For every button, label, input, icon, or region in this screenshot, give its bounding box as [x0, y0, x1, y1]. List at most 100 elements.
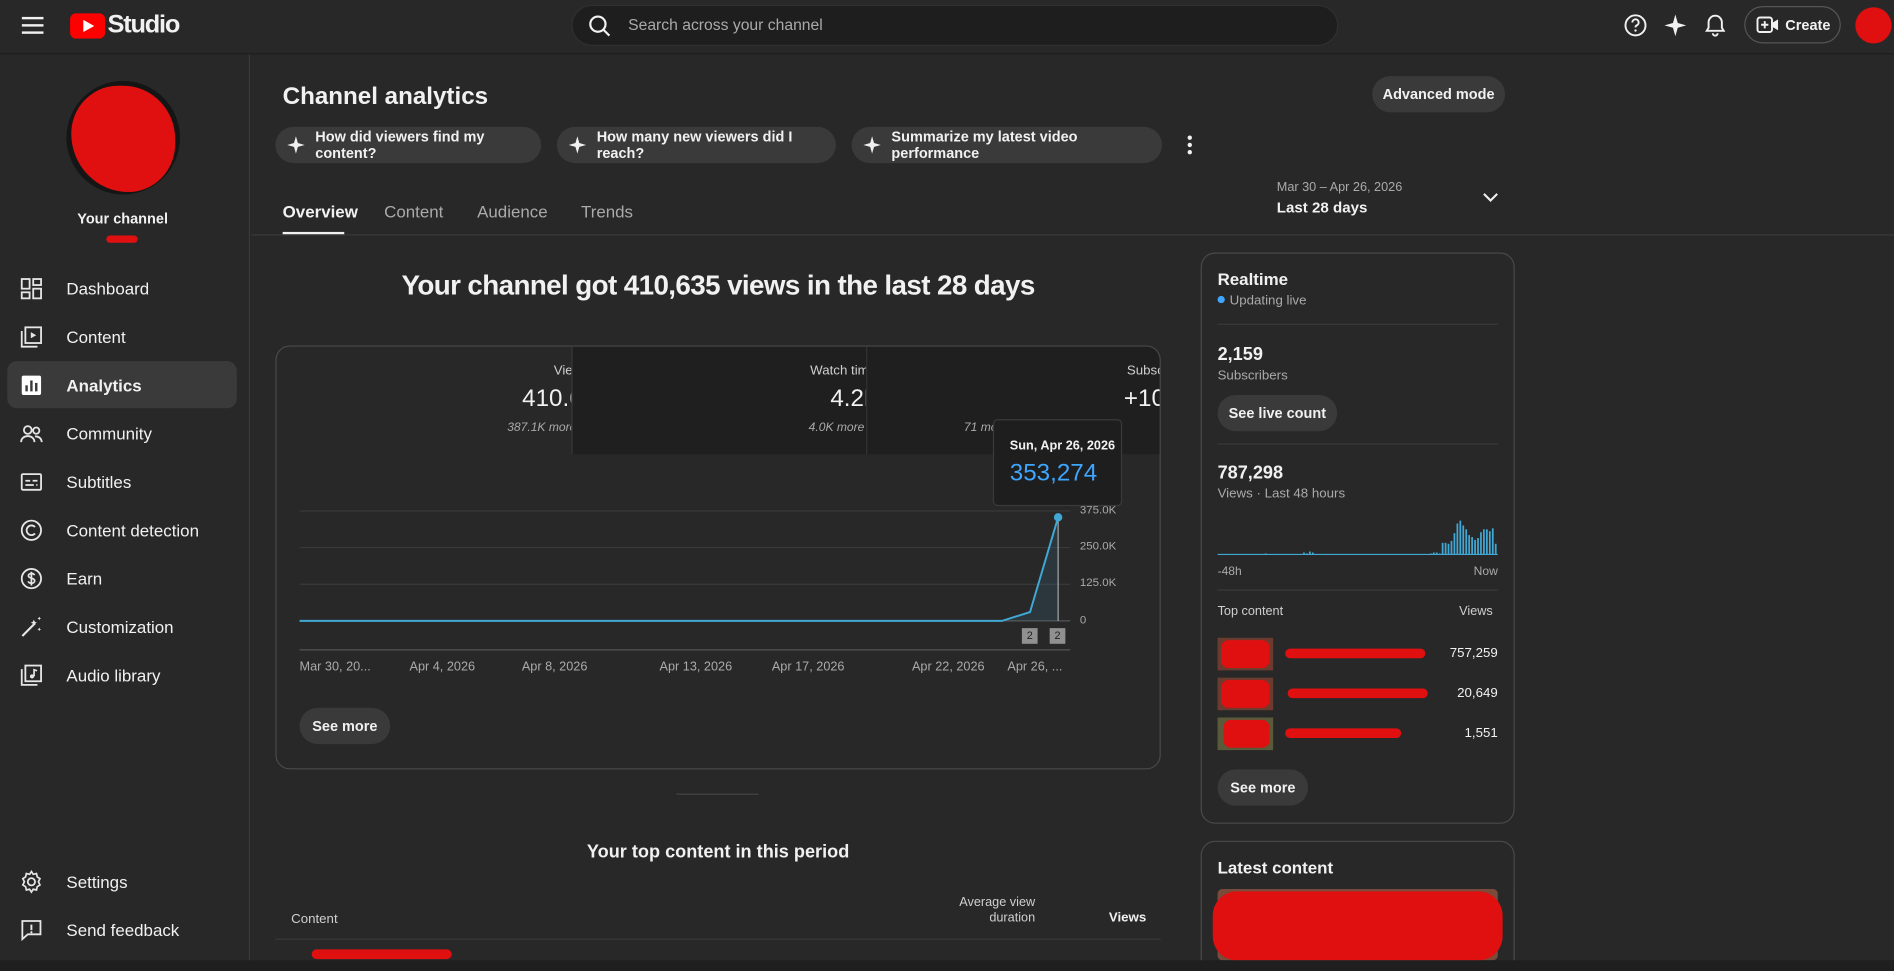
- y-tick-label: 125.0K: [1079, 576, 1117, 590]
- realtime-bar[interactable]: [1494, 543, 1497, 555]
- x-tick-label: Apr 13, 2026: [659, 659, 733, 675]
- realtime-bar[interactable]: [1264, 553, 1267, 555]
- realtime-bar[interactable]: [1309, 551, 1311, 555]
- see-more-label: See more: [312, 717, 378, 735]
- realtime-bar[interactable]: [1432, 552, 1435, 555]
- account-avatar[interactable]: [1855, 7, 1892, 44]
- realtime-bar[interactable]: [1447, 543, 1450, 555]
- data-point[interactable]: [1053, 513, 1063, 522]
- realtime-bar[interactable]: [1444, 542, 1447, 555]
- latest-content-title: Latest content: [1217, 857, 1334, 877]
- realtime-status: Updating live: [1229, 293, 1307, 309]
- video-title-redacted: [1287, 688, 1428, 699]
- realtime-views-value: 787,298: [1217, 462, 1284, 484]
- video-views: 20,649: [1457, 686, 1498, 701]
- realtime-views-label: Views · Last 48 hours: [1217, 486, 1346, 502]
- help-icon[interactable]: [1623, 13, 1647, 37]
- latest-video-thumbnail[interactable]: [1212, 889, 1503, 961]
- chart-tooltip: Sun, Apr 26, 2026 353,274: [992, 419, 1123, 507]
- x-tick-label: Mar 30, 20...: [299, 659, 371, 675]
- realtime-divider: [1217, 443, 1498, 445]
- feedback-icon: [19, 918, 43, 942]
- realtime-divider: [1217, 323, 1498, 325]
- x-tick-label: Apr 26, ...: [1007, 659, 1063, 675]
- content-title-redacted: [311, 949, 452, 960]
- see-live-count-button[interactable]: See live count: [1217, 394, 1338, 432]
- realtime-bar[interactable]: [1311, 552, 1314, 555]
- realtime-bar[interactable]: [1306, 553, 1308, 555]
- sidebar-item-settings[interactable]: Settings: [7, 858, 237, 905]
- sidebar-item-send-feedback[interactable]: Send feedback: [7, 906, 237, 953]
- realtime-bar[interactable]: [1462, 525, 1465, 555]
- col-header-content: Content: [291, 911, 338, 927]
- realtime-bar[interactable]: [1468, 535, 1471, 555]
- sidebar-item-label: Send feedback: [66, 919, 180, 940]
- realtime-divider: [1217, 589, 1498, 591]
- realtime-bar-chart[interactable]: [1217, 513, 1498, 556]
- realtime-bar[interactable]: [1429, 553, 1432, 555]
- create-video-icon: [1756, 16, 1779, 34]
- see-live-count-label: See live count: [1228, 404, 1327, 422]
- realtime-bar[interactable]: [1450, 540, 1453, 555]
- video-title-redacted: [1285, 648, 1426, 659]
- video-title-redacted: [1285, 728, 1402, 739]
- top-content-label: Top content: [1217, 603, 1284, 619]
- video-thumbnail: [1217, 637, 1274, 671]
- video-views: 757,259: [1449, 646, 1498, 661]
- views-line-chart[interactable]: [0, 0, 1208, 701]
- realtime-bar[interactable]: [1480, 532, 1482, 555]
- realtime-subscribers-value: 2,159: [1217, 344, 1263, 365]
- realtime-bar[interactable]: [1485, 529, 1488, 555]
- realtime-see-more-button[interactable]: See more: [1217, 769, 1309, 806]
- col-header-avg-view-duration: Average view duration: [959, 895, 1036, 926]
- sparkle-icon[interactable]: [1663, 13, 1687, 37]
- sidebar-item-label: Settings: [66, 871, 128, 891]
- video-views: 1,551: [1464, 725, 1498, 741]
- realtime-bar[interactable]: [1491, 528, 1494, 555]
- x-tick-label: Apr 8, 2026: [521, 659, 588, 675]
- axis-end-label: Now: [1473, 565, 1498, 579]
- realtime-bar[interactable]: [1438, 553, 1441, 555]
- list-item[interactable]: 757,259: [1217, 637, 1498, 672]
- chart-marker[interactable]: 2: [1021, 628, 1038, 644]
- realtime-bar[interactable]: [1471, 537, 1473, 555]
- video-thumbnail: [1217, 677, 1274, 711]
- list-item[interactable]: 1,551: [1217, 717, 1498, 751]
- realtime-bar[interactable]: [1488, 531, 1491, 555]
- tooltip-value: 353,274: [1009, 460, 1098, 487]
- create-label: Create: [1785, 16, 1831, 34]
- realtime-title: Realtime: [1217, 269, 1289, 289]
- views-line: [299, 517, 1060, 622]
- top-content-divider: [275, 938, 1161, 940]
- realtime-bar[interactable]: [1477, 537, 1479, 555]
- col-header-views: Views: [1108, 910, 1147, 926]
- video-thumbnail: [1217, 717, 1274, 751]
- realtime-bar[interactable]: [1453, 533, 1456, 555]
- y-tick-label: 250.0K: [1079, 539, 1117, 554]
- tooltip-date: Sun, Apr 26, 2026: [1009, 438, 1116, 453]
- realtime-bar[interactable]: [1474, 539, 1476, 555]
- create-button[interactable]: Create: [1744, 6, 1841, 44]
- axis-start-label: -48h: [1217, 565, 1242, 579]
- realtime-bar[interactable]: [1456, 523, 1459, 555]
- x-tick-label: Apr 4, 2026: [409, 659, 476, 675]
- see-more-label: See more: [1230, 779, 1296, 797]
- list-item[interactable]: 20,649: [1217, 677, 1498, 712]
- realtime-bar[interactable]: [1303, 552, 1305, 555]
- bell-icon[interactable]: [1704, 13, 1726, 37]
- see-more-button[interactable]: See more: [299, 707, 391, 745]
- realtime-bar[interactable]: [1459, 520, 1462, 555]
- realtime-bar[interactable]: [1441, 542, 1444, 555]
- realtime-bar[interactable]: [1483, 529, 1485, 555]
- live-dot-icon: [1217, 295, 1225, 304]
- views-column-label: Views: [1459, 603, 1493, 619]
- chart-marker[interactable]: 2: [1049, 628, 1066, 644]
- chevron-down-icon: [1482, 192, 1499, 203]
- realtime-bar[interactable]: [1465, 529, 1468, 555]
- realtime-subscribers-label: Subscribers: [1217, 368, 1288, 383]
- realtime-bar[interactable]: [1435, 552, 1438, 555]
- top-content-title: Your top content in this period: [586, 841, 850, 863]
- views-area: [299, 517, 1059, 621]
- date-range-selector[interactable]: Mar 30 – Apr 26, 2026 Last 28 days: [1277, 179, 1507, 222]
- advanced-mode-button[interactable]: Advanced mode: [1372, 76, 1506, 113]
